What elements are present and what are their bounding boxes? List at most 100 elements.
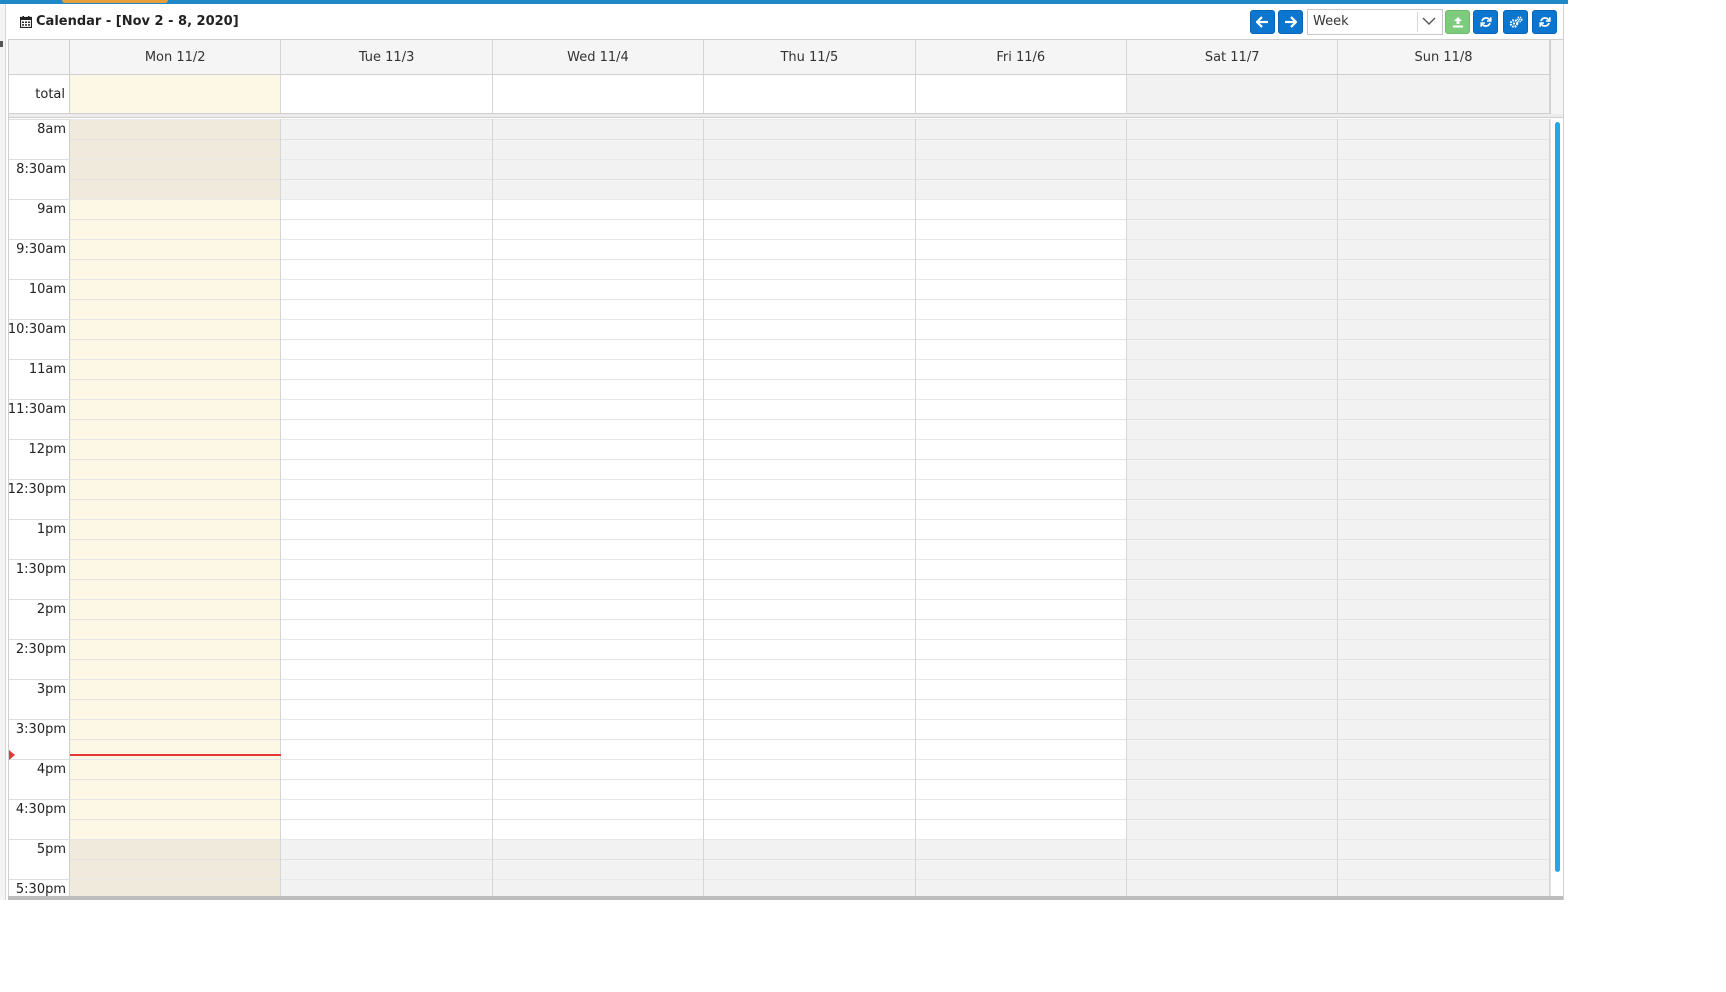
time-slot[interactable] (492, 339, 704, 359)
time-slot[interactable] (1338, 339, 1549, 359)
time-slot[interactable] (492, 679, 704, 699)
time-slot[interactable] (70, 739, 281, 759)
time-slot[interactable] (281, 459, 492, 479)
time-slot[interactable] (281, 239, 492, 259)
time-slot[interactable] (492, 159, 704, 179)
time-slot[interactable] (1338, 839, 1549, 859)
time-slot[interactable] (281, 259, 492, 279)
time-slot[interactable] (1126, 399, 1338, 419)
time-slot[interactable] (704, 599, 915, 619)
time-slot[interactable] (492, 499, 704, 519)
time-slot[interactable] (704, 339, 915, 359)
time-slot[interactable] (704, 139, 915, 159)
time-slot[interactable] (915, 639, 1126, 659)
time-slot[interactable] (704, 439, 915, 459)
time-slot[interactable] (1338, 719, 1549, 739)
settings-button[interactable] (1503, 10, 1528, 34)
time-slot[interactable] (1126, 139, 1338, 159)
time-slot[interactable] (70, 819, 281, 839)
time-slot[interactable] (1126, 839, 1338, 859)
time-slot[interactable] (1126, 699, 1338, 719)
prev-button[interactable] (1250, 10, 1275, 34)
time-slot[interactable] (704, 699, 915, 719)
time-slot[interactable] (70, 859, 281, 879)
time-slot[interactable] (1126, 779, 1338, 799)
time-slot[interactable] (1338, 659, 1549, 679)
time-slot[interactable] (1126, 639, 1338, 659)
day-header-3[interactable]: Wed 11/4 (493, 40, 705, 74)
time-slot[interactable] (915, 139, 1126, 159)
time-slot[interactable] (1126, 219, 1338, 239)
time-slot[interactable] (1338, 399, 1549, 419)
time-slot[interactable] (281, 539, 492, 559)
time-slot[interactable] (70, 399, 281, 419)
time-slot[interactable] (1338, 459, 1549, 479)
time-slot[interactable] (915, 559, 1126, 579)
time-slot[interactable] (281, 499, 492, 519)
time-slot[interactable] (281, 639, 492, 659)
time-slot[interactable] (70, 659, 281, 679)
time-slot[interactable] (1126, 859, 1338, 879)
time-slot[interactable] (492, 479, 704, 499)
time-slot[interactable] (915, 859, 1126, 879)
time-slot[interactable] (70, 119, 281, 139)
time-slot[interactable] (1338, 799, 1549, 819)
time-slot[interactable] (1338, 319, 1549, 339)
time-slot[interactable] (1126, 739, 1338, 759)
time-slot[interactable] (281, 419, 492, 439)
time-slot[interactable] (492, 299, 704, 319)
time-slot[interactable] (281, 839, 492, 859)
time-slot[interactable] (915, 459, 1126, 479)
time-slot[interactable] (70, 359, 281, 379)
time-slot[interactable] (915, 719, 1126, 739)
time-slot[interactable] (704, 159, 915, 179)
time-slot[interactable] (915, 619, 1126, 639)
time-slot[interactable] (1338, 699, 1549, 719)
time-slot[interactable] (1338, 139, 1549, 159)
time-slot[interactable] (492, 379, 704, 399)
time-slot[interactable] (70, 599, 281, 619)
time-slot[interactable] (704, 759, 915, 779)
day-column-4[interactable] (704, 119, 916, 897)
time-slot[interactable] (915, 359, 1126, 379)
time-slot[interactable] (492, 799, 704, 819)
time-slot[interactable] (704, 559, 915, 579)
allday-cell-6[interactable] (1126, 75, 1339, 113)
time-slot[interactable] (70, 279, 281, 299)
time-slot[interactable] (704, 479, 915, 499)
time-slot[interactable] (70, 699, 281, 719)
time-slot[interactable] (281, 699, 492, 719)
time-slot[interactable] (704, 639, 915, 659)
time-slot[interactable] (70, 539, 281, 559)
time-slot[interactable] (704, 319, 915, 339)
time-slot[interactable] (70, 779, 281, 799)
view-select[interactable]: Week (1307, 9, 1443, 35)
time-slot[interactable] (704, 859, 915, 879)
time-slot[interactable] (492, 639, 704, 659)
time-slot[interactable] (70, 619, 281, 639)
time-slot[interactable] (70, 479, 281, 499)
time-slot[interactable] (492, 739, 704, 759)
time-slot[interactable] (1126, 479, 1338, 499)
time-slot[interactable] (281, 739, 492, 759)
time-slot[interactable] (1338, 259, 1549, 279)
time-slot[interactable] (704, 519, 915, 539)
time-slot[interactable] (281, 679, 492, 699)
time-slot[interactable] (915, 299, 1126, 319)
time-slot[interactable] (1126, 159, 1338, 179)
time-slot[interactable] (1126, 519, 1338, 539)
time-slot[interactable] (1126, 279, 1338, 299)
time-slot[interactable] (70, 159, 281, 179)
time-slot[interactable] (704, 819, 915, 839)
allday-cell-3[interactable] (492, 75, 705, 113)
time-slot[interactable] (915, 159, 1126, 179)
time-slot[interactable] (704, 399, 915, 419)
time-slot[interactable] (915, 399, 1126, 419)
day-column-3[interactable] (492, 119, 705, 897)
time-slot[interactable] (1338, 879, 1549, 897)
time-slot[interactable] (281, 859, 492, 879)
day-header-7[interactable]: Sun 11/8 (1338, 40, 1550, 74)
time-slot[interactable] (915, 499, 1126, 519)
time-slot[interactable] (281, 199, 492, 219)
time-slot[interactable] (704, 179, 915, 199)
